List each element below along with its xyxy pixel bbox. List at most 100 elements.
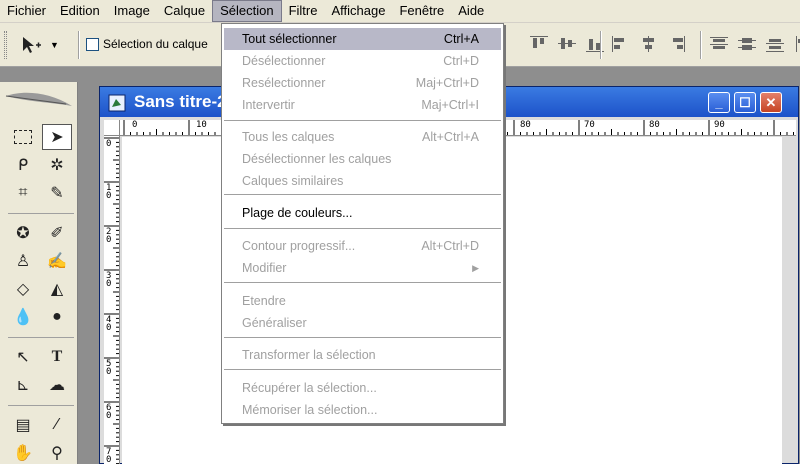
- custom-shape-tool-icon[interactable]: ☁: [42, 372, 72, 398]
- tool-divider: [8, 400, 74, 406]
- ruler-label: 80: [520, 120, 531, 130]
- menu-item-transform-selection[interactable]: Transformer la sélection: [224, 344, 501, 366]
- distribute-bottom-icon[interactable]: [766, 36, 784, 52]
- ruler-label: 10: [196, 120, 207, 130]
- auto-select-layer-option[interactable]: Sélection du calque: [86, 37, 208, 51]
- menu-item-label: Calques similaires: [242, 174, 344, 188]
- auto-select-checkbox[interactable]: [86, 37, 99, 51]
- menu-image[interactable]: Image: [107, 0, 157, 22]
- menu-item-shortcut: Ctrl+A: [443, 32, 479, 46]
- tool-divider: [8, 208, 74, 214]
- menu-aide[interactable]: Aide: [451, 0, 491, 22]
- menu-item-shortcut: Maj+Ctrl+D: [415, 76, 479, 90]
- ruler-label: 2 0: [106, 227, 112, 245]
- menu-fichier[interactable]: Fichier: [0, 0, 53, 22]
- ruler-label: 80: [649, 120, 660, 130]
- document-title: Sans titre-2: [134, 92, 227, 111]
- menu-item-feather[interactable]: Contour progressif... Alt+Ctrl+D: [224, 235, 501, 257]
- lasso-tool-icon[interactable]: ᑭ: [8, 152, 38, 178]
- distribute-left-icon[interactable]: [794, 36, 800, 52]
- hand-tool-icon[interactable]: ✋: [8, 440, 38, 464]
- distribute-buttons-group: [710, 36, 800, 52]
- marquee-tool-icon[interactable]: [8, 124, 38, 150]
- menu-item-label: Désélectionner: [242, 54, 326, 68]
- ruler-corner[interactable]: [104, 120, 120, 136]
- menu-item-inverse[interactable]: Intervertir Maj+Ctrl+I: [224, 94, 501, 116]
- move-tool-button-icon[interactable]: ➤: [42, 124, 72, 150]
- menu-item-deselect-layers[interactable]: Désélectionner les calques: [224, 148, 501, 170]
- feather-logo-icon: [5, 92, 72, 106]
- menu-fenetre[interactable]: Fenêtre: [392, 0, 451, 22]
- menu-affichage[interactable]: Affichage: [324, 0, 392, 22]
- distribute-vcenter-icon[interactable]: [738, 36, 756, 52]
- menu-calque[interactable]: Calque: [157, 0, 212, 22]
- path-selection-tool-icon[interactable]: ↖: [8, 344, 38, 370]
- align-buttons-group-2: [612, 36, 686, 52]
- menu-item-label: Tous les calques: [242, 130, 335, 144]
- menu-divider: [224, 120, 501, 122]
- ruler-label: 7 0: [106, 447, 112, 464]
- eyedropper-tool-icon[interactable]: ⁄: [42, 412, 72, 438]
- options-separator: [600, 31, 602, 59]
- notes-tool-icon[interactable]: ▤: [8, 412, 38, 438]
- menu-item-color-range[interactable]: Plage de couleurs...: [224, 202, 501, 224]
- distribute-top-icon[interactable]: [710, 36, 728, 52]
- auto-select-label: Sélection du calque: [103, 37, 208, 51]
- align-hcenter-icon[interactable]: [640, 36, 658, 52]
- menu-divider: [224, 282, 501, 284]
- history-brush-tool-icon[interactable]: ✍: [42, 248, 72, 274]
- options-separator: [700, 31, 702, 59]
- menu-item-all-layers[interactable]: Tous les calques Alt+Ctrl+A: [224, 126, 501, 148]
- menu-item-modify[interactable]: Modifier ▶: [224, 257, 501, 279]
- menu-item-label: Récupérer la sélection...: [242, 381, 377, 395]
- menu-edition[interactable]: Edition: [53, 0, 107, 22]
- slice-tool-icon[interactable]: ✎: [42, 180, 72, 206]
- crop-tool-icon[interactable]: ⌗: [8, 180, 38, 206]
- menu-item-label: Plage de couleurs...: [242, 206, 353, 220]
- type-tool-icon[interactable]: T: [42, 344, 72, 370]
- eraser-tool-icon[interactable]: ◇: [8, 276, 38, 302]
- menu-item-load-selection[interactable]: Récupérer la sélection...: [224, 377, 501, 399]
- align-right-icon[interactable]: [668, 36, 686, 52]
- menu-divider: [224, 228, 501, 230]
- ruler-label: 0: [106, 139, 112, 149]
- menu-item-label: Généraliser: [242, 316, 307, 330]
- burn-tool-icon[interactable]: ●: [42, 304, 72, 330]
- align-buttons-group-1: [530, 36, 604, 52]
- magic-wand-tool-icon[interactable]: ✲: [42, 152, 72, 178]
- maximize-button[interactable]: ☐: [734, 92, 756, 113]
- tools-grid: ➤ ᑭ ✲ ⌗ ✎ ✪ ✐ ♙ ✍ ◇ ◭ 💧 ● ↖ T ⊾ ☁ ▤ ⁄ ✋ …: [8, 124, 74, 464]
- menu-item-label: Mémoriser la sélection...: [242, 403, 378, 417]
- paint-bucket-tool-icon[interactable]: ◭: [42, 276, 72, 302]
- menu-item-similar-layers[interactable]: Calques similaires: [224, 170, 501, 192]
- align-left-icon[interactable]: [612, 36, 630, 52]
- clone-stamp-tool-icon[interactable]: ♙: [8, 248, 38, 274]
- menu-item-similar[interactable]: Généraliser: [224, 312, 501, 334]
- menu-item-label: Intervertir: [242, 98, 295, 112]
- align-top-icon[interactable]: [530, 36, 548, 52]
- menu-item-reselect[interactable]: Resélectionner Maj+Ctrl+D: [224, 72, 501, 94]
- move-tool-icon: [23, 37, 41, 53]
- menu-selection[interactable]: Sélection: [212, 0, 282, 22]
- menu-filtre[interactable]: Filtre: [282, 0, 325, 22]
- options-grip[interactable]: [4, 31, 7, 59]
- menu-item-shortcut: Ctrl+D: [443, 54, 479, 68]
- menu-item-select-all[interactable]: Tout sélectionner Ctrl+A: [224, 28, 501, 50]
- pen-tool-icon[interactable]: ⊾: [8, 372, 38, 398]
- ruler-label: 4 0: [106, 315, 112, 333]
- menu-item-grow[interactable]: Etendre: [224, 290, 501, 312]
- menu-item-deselect[interactable]: Désélectionner Ctrl+D: [224, 50, 501, 72]
- healing-brush-tool-icon[interactable]: ✪: [8, 220, 38, 246]
- menu-item-save-selection[interactable]: Mémoriser la sélection...: [224, 399, 501, 421]
- zoom-tool-icon[interactable]: ⚲: [42, 440, 72, 464]
- brush-tool-icon[interactable]: ✐: [42, 220, 72, 246]
- align-vcenter-icon[interactable]: [558, 36, 576, 52]
- close-button[interactable]: ✕: [760, 92, 782, 113]
- menu-item-shortcut: Alt+Ctrl+A: [422, 130, 479, 144]
- menu-item-shortcut: Alt+Ctrl+D: [421, 239, 479, 253]
- blur-tool-icon[interactable]: 💧: [8, 304, 38, 330]
- vertical-ruler[interactable]: 0 1 0 2 0 3 0 4 0 5 0 6 0 7 0: [104, 136, 120, 464]
- menu-item-label: Resélectionner: [242, 76, 326, 90]
- tool-preset-picker[interactable]: ▼: [20, 34, 72, 56]
- minimize-button[interactable]: _: [708, 92, 730, 113]
